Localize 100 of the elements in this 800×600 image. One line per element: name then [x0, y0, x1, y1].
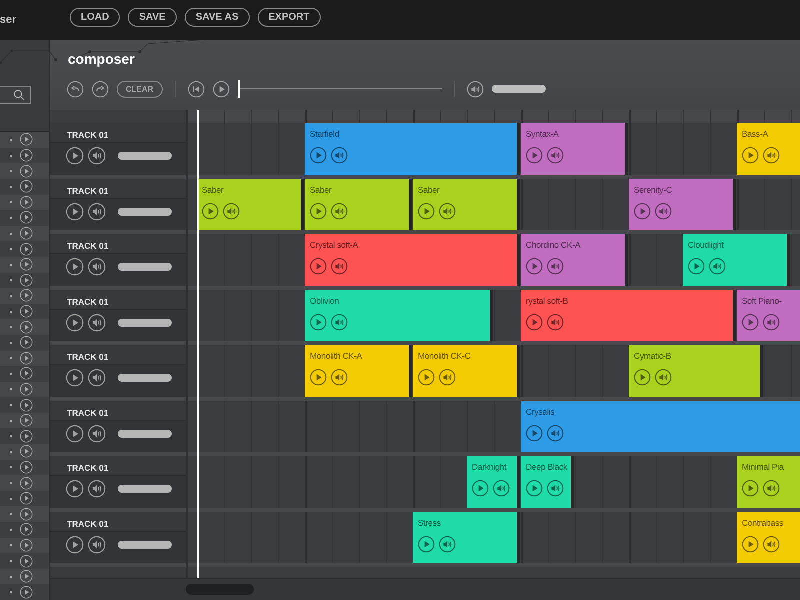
speaker-icon[interactable] — [547, 258, 564, 275]
play-icon[interactable] — [20, 242, 33, 256]
speaker-icon[interactable] — [331, 369, 348, 386]
clip[interactable]: Serenity-C — [629, 178, 733, 230]
clip[interactable]: Cloudlight — [683, 234, 787, 286]
play-icon[interactable] — [742, 147, 759, 164]
speaker-icon[interactable] — [763, 536, 780, 552]
track-volume-slider[interactable] — [118, 430, 172, 438]
play-icon[interactable] — [526, 147, 543, 164]
play-icon[interactable] — [526, 258, 543, 275]
speaker-icon[interactable] — [88, 202, 106, 220]
clip[interactable]: Deep Black — [521, 456, 571, 508]
play-icon[interactable] — [66, 258, 84, 276]
track-volume-slider[interactable] — [118, 318, 172, 326]
play-icon[interactable] — [526, 424, 543, 442]
speaker-icon[interactable] — [763, 147, 780, 164]
clip[interactable]: Stress — [413, 512, 517, 563]
track-volume-slider[interactable] — [118, 263, 172, 271]
track-volume-slider[interactable] — [118, 540, 172, 548]
play-icon[interactable] — [66, 202, 84, 220]
play-icon[interactable] — [418, 369, 435, 386]
play-icon[interactable] — [20, 445, 33, 458]
clip[interactable]: Starfield — [305, 123, 517, 174]
speaker-icon[interactable] — [88, 369, 106, 387]
play-icon[interactable] — [20, 538, 33, 552]
speaker-icon[interactable] — [88, 480, 106, 498]
speaker-icon[interactable] — [439, 536, 456, 552]
play-icon[interactable] — [418, 536, 435, 552]
play-icon[interactable] — [20, 305, 33, 318]
play-icon[interactable] — [310, 258, 327, 275]
speaker-icon[interactable] — [466, 80, 484, 98]
redo-icon[interactable] — [92, 80, 109, 98]
search-field[interactable] — [0, 86, 31, 104]
save-as-button[interactable]: SAVE AS — [184, 8, 250, 27]
play-icon[interactable] — [310, 147, 327, 164]
play-icon[interactable] — [634, 369, 651, 386]
clip[interactable]: Syntax-A — [521, 123, 625, 174]
play-icon[interactable] — [20, 570, 33, 584]
clip[interactable]: Contrabass — [737, 512, 800, 563]
play-icon[interactable] — [20, 320, 33, 334]
speaker-icon[interactable] — [493, 480, 510, 497]
clip[interactable]: Minimal Pia — [737, 456, 800, 508]
play-icon[interactable] — [66, 424, 84, 442]
save-button[interactable]: SAVE — [128, 8, 177, 27]
speaker-icon[interactable] — [331, 258, 348, 275]
speaker-icon[interactable] — [655, 202, 672, 220]
play-icon[interactable] — [20, 211, 33, 224]
clip[interactable]: Saber — [413, 178, 517, 230]
play-icon[interactable] — [634, 202, 651, 220]
speaker-icon[interactable] — [88, 147, 106, 165]
play-icon[interactable] — [20, 352, 33, 365]
speaker-icon[interactable] — [331, 202, 348, 220]
position-slider[interactable] — [238, 80, 442, 98]
play-icon[interactable] — [418, 202, 435, 220]
play-icon[interactable] — [20, 133, 33, 146]
clip[interactable]: rystal soft-B — [521, 290, 733, 341]
play-icon[interactable] — [20, 180, 33, 194]
search-icon[interactable] — [13, 88, 26, 102]
speaker-icon[interactable] — [439, 369, 456, 386]
clip[interactable]: Saber — [197, 178, 301, 230]
clip[interactable]: Monolith CK-A — [305, 345, 409, 396]
play-icon[interactable] — [20, 476, 33, 490]
play-icon[interactable] — [310, 314, 327, 330]
play-icon[interactable] — [212, 80, 230, 98]
speaker-icon[interactable] — [763, 480, 780, 497]
play-icon[interactable] — [310, 202, 327, 220]
play-icon[interactable] — [20, 274, 33, 287]
play-icon[interactable] — [20, 367, 33, 380]
play-icon[interactable] — [20, 336, 33, 350]
speaker-icon[interactable] — [223, 202, 240, 220]
undo-icon[interactable] — [67, 80, 84, 98]
speaker-icon[interactable] — [547, 314, 564, 330]
play-icon[interactable] — [526, 314, 543, 330]
track-volume-slider[interactable] — [118, 485, 172, 493]
speaker-icon[interactable] — [763, 314, 780, 330]
play-icon[interactable] — [66, 314, 84, 332]
speaker-icon[interactable] — [331, 314, 348, 330]
clip[interactable]: Soft Piano- — [737, 290, 800, 341]
clip[interactable]: Darknight — [467, 456, 517, 508]
speaker-icon[interactable] — [88, 258, 106, 276]
play-icon[interactable] — [66, 147, 84, 165]
slider-thumb[interactable] — [238, 80, 240, 98]
clear-button[interactable]: CLEAR — [117, 80, 163, 98]
speaker-icon[interactable] — [331, 147, 348, 164]
speaker-icon[interactable] — [88, 424, 106, 442]
play-icon[interactable] — [20, 164, 33, 178]
export-button[interactable]: EXPORT — [258, 8, 321, 27]
play-icon[interactable] — [526, 480, 543, 497]
speaker-icon[interactable] — [709, 258, 726, 275]
play-icon[interactable] — [66, 480, 84, 498]
clip[interactable]: Bass-A — [737, 123, 800, 174]
load-button[interactable]: LOAD — [70, 8, 120, 27]
speaker-icon[interactable] — [88, 314, 106, 332]
clip[interactable]: Saber — [305, 178, 409, 230]
play-icon[interactable] — [66, 536, 84, 554]
clip[interactable]: Crysalis — [521, 400, 800, 452]
speaker-icon[interactable] — [547, 424, 564, 442]
play-icon[interactable] — [742, 480, 759, 497]
clip[interactable]: Chordino CK-A — [521, 234, 625, 286]
clip[interactable]: Cymatic-B — [629, 345, 760, 396]
